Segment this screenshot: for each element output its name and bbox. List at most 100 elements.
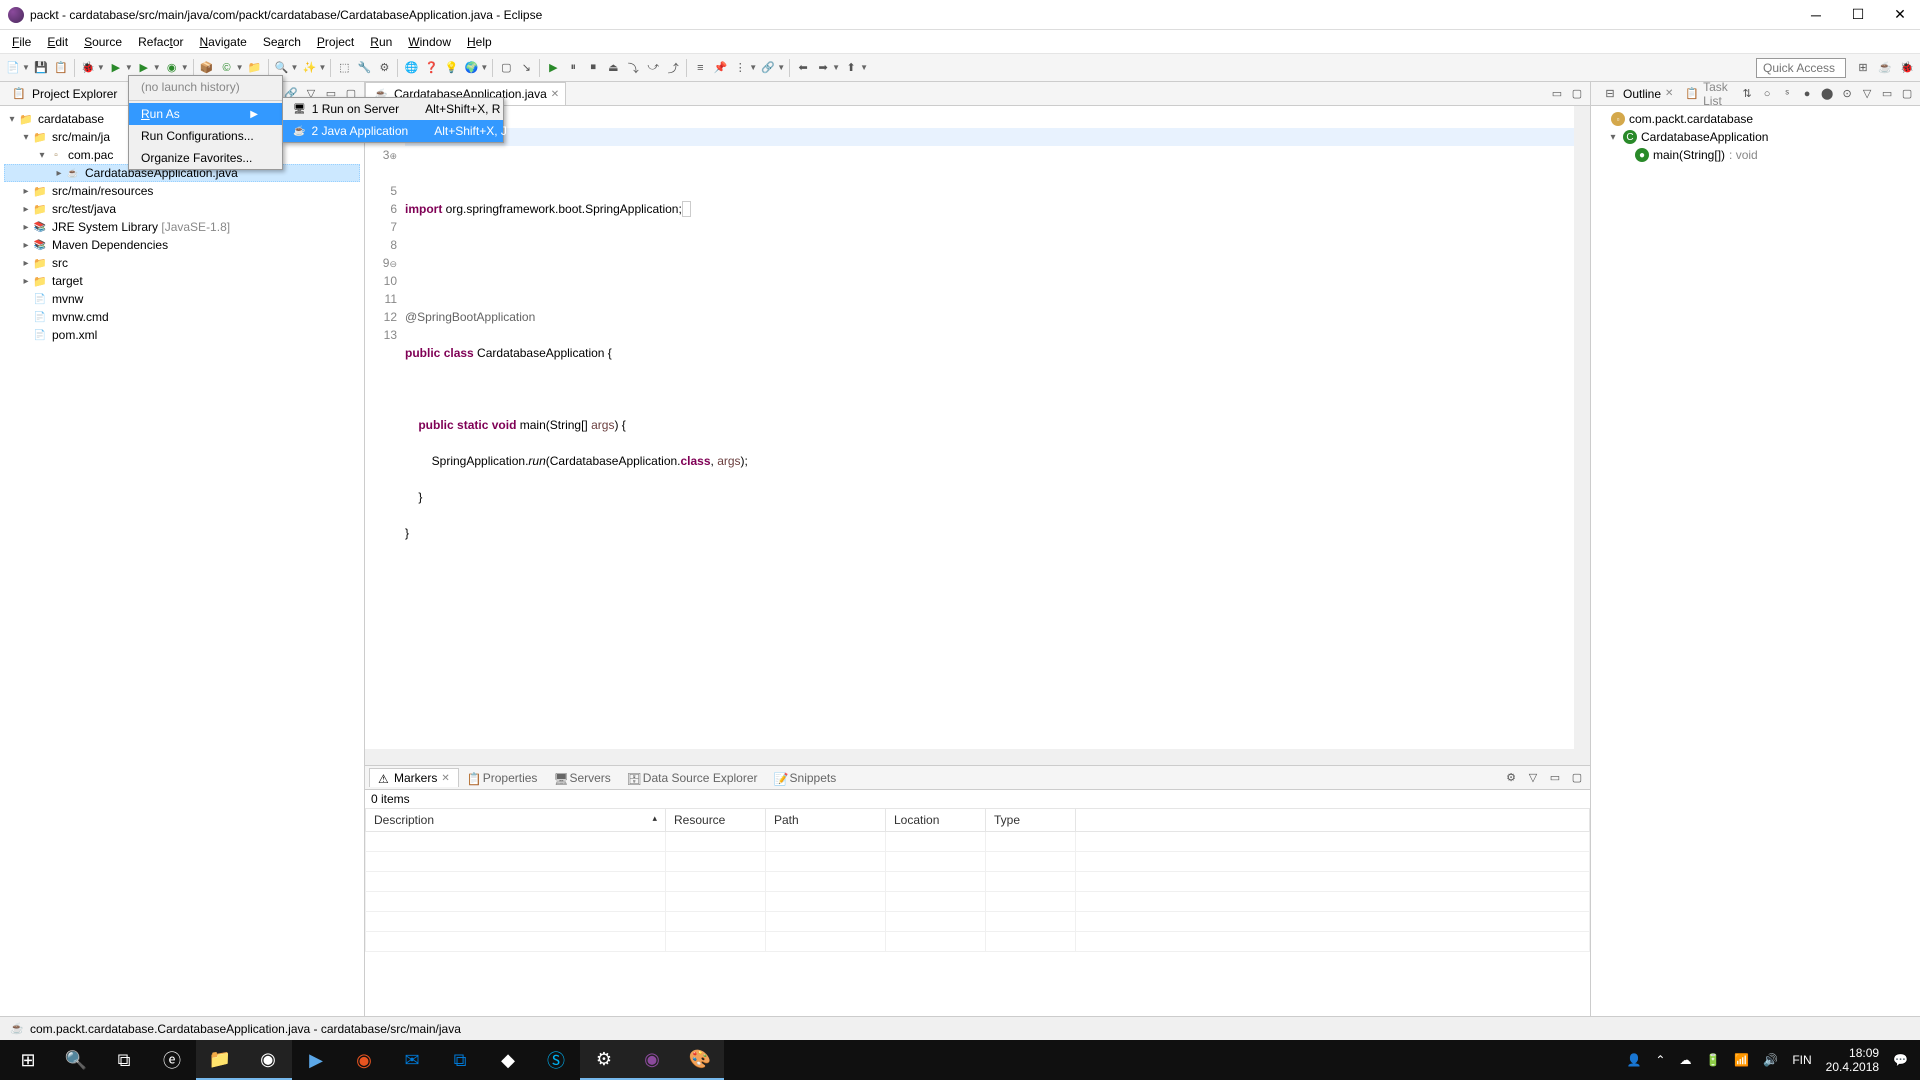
hide-nonpublic-icon[interactable]: ● [1798, 85, 1816, 103]
new-package-icon[interactable]: 📦 [198, 59, 216, 77]
dropdown-icon[interactable]: ▼ [236, 63, 244, 72]
tree-test[interactable]: ▸src/test/java [4, 200, 360, 218]
java-perspective-icon[interactable]: ☕ [1876, 59, 1894, 77]
clock[interactable]: 18:09 20.4.2018 [1826, 1046, 1879, 1074]
edge-app[interactable]: ⓔ [148, 1040, 196, 1080]
maximize-editor-icon[interactable]: ▢ [1568, 85, 1586, 103]
tab-snippets[interactable]: 📝Snippets [766, 769, 845, 787]
vscode-app[interactable]: ⧉ [436, 1040, 484, 1080]
search-icon[interactable]: 🔍 [273, 59, 291, 77]
minimize-icon[interactable]: ▭ [1878, 85, 1896, 103]
close-tab-icon[interactable]: ✕ [551, 89, 559, 100]
tasklist-tab[interactable]: 📋 Task List [1679, 78, 1738, 110]
maximize-icon[interactable]: ▢ [1568, 769, 1586, 787]
menu-run[interactable]: Run [362, 33, 400, 51]
menu-edit[interactable]: Edit [39, 33, 76, 51]
volume-icon[interactable]: 🔊 [1763, 1053, 1778, 1067]
gear-icon[interactable]: ⚙ [375, 59, 393, 77]
minimize-button[interactable]: ─ [1804, 3, 1828, 27]
col-path[interactable]: Path [766, 809, 886, 832]
tray-expand-icon[interactable]: ⌃ [1655, 1053, 1665, 1067]
start-button[interactable]: ⊞ [4, 1040, 52, 1080]
dropdown-icon[interactable]: ▼ [125, 63, 133, 72]
tree-pom[interactable]: pom.xml [4, 326, 360, 344]
wifi-icon[interactable]: 📶 [1734, 1053, 1749, 1067]
close-button[interactable]: ✕ [1888, 3, 1912, 27]
menu-project[interactable]: Project [309, 33, 362, 51]
minimize-icon[interactable]: ▭ [1546, 769, 1564, 787]
dropdown-icon[interactable]: ▼ [749, 63, 757, 72]
resume-icon[interactable]: ▶ [544, 59, 562, 77]
col-resource[interactable]: Resource [666, 809, 766, 832]
explorer-app[interactable]: 📁 [196, 1040, 244, 1080]
open-perspective-icon[interactable]: ⊞ [1854, 59, 1872, 77]
ctx-run-as[interactable]: Run As▶ [129, 103, 282, 125]
debug-icon[interactable]: 🐞 [79, 59, 97, 77]
ubuntu-app[interactable]: ◉ [340, 1040, 388, 1080]
wrench-icon[interactable]: 🔧 [355, 59, 373, 77]
outlook-app[interactable]: ✉ [388, 1040, 436, 1080]
new-class-icon[interactable]: © [218, 59, 236, 77]
quick-access-input[interactable] [1756, 58, 1846, 78]
dropdown-icon[interactable]: ▼ [22, 63, 30, 72]
outline-package[interactable]: ▫ com.packt.cardatabase [1595, 110, 1916, 128]
filter-icon[interactable]: ⋮ [731, 59, 749, 77]
tab-dse[interactable]: 🗄Data Source Explorer [619, 769, 766, 787]
view-menu-icon[interactable]: ▽ [1524, 769, 1542, 787]
dropdown-icon[interactable]: ▼ [153, 63, 161, 72]
col-location[interactable]: Location [886, 809, 986, 832]
diamond-app[interactable]: ◆ [484, 1040, 532, 1080]
maximize-icon[interactable]: ▢ [1898, 85, 1916, 103]
horizontal-scrollbar[interactable] [365, 749, 1590, 765]
run-icon[interactable]: ▶ [107, 59, 125, 77]
tree-jre[interactable]: ▸JRE System Library [JavaSE-1.8] [4, 218, 360, 236]
forward-icon[interactable]: ➡ [814, 59, 832, 77]
coverage-icon[interactable]: ◉ [163, 59, 181, 77]
menu-navigate[interactable]: Navigate [191, 33, 254, 51]
stepover-icon[interactable]: ⤻ [644, 59, 662, 77]
tree-maven[interactable]: ▸Maven Dependencies [4, 236, 360, 254]
sub-run-on-server[interactable]: 🖥 1 Run on Server Alt+Shift+X, R [283, 98, 503, 120]
menu-file[interactable]: File [4, 33, 39, 51]
debug-perspective-icon[interactable]: 🐞 [1898, 59, 1916, 77]
language-indicator[interactable]: FIN [1792, 1053, 1811, 1067]
run-last-icon[interactable]: ▶ [135, 59, 153, 77]
wand-icon[interactable]: ✨ [300, 59, 318, 77]
editor-body[interactable]: 3⊕ 5 6 7 8 9⊖ 10 11 12 13 kt.cardatabase… [365, 106, 1590, 749]
maximize-button[interactable]: ☐ [1846, 3, 1870, 27]
tree-src[interactable]: ▸src [4, 254, 360, 272]
dropdown-icon[interactable]: ▼ [291, 63, 299, 72]
terminate-icon[interactable]: ⏹ [584, 59, 602, 77]
hide-fields-icon[interactable]: ○ [1758, 85, 1776, 103]
disconnect-icon[interactable]: ⏏ [604, 59, 622, 77]
filter-icon[interactable]: ⚙ [1502, 769, 1520, 787]
box-icon[interactable]: ▢ [497, 59, 515, 77]
outline-method[interactable]: ● main(String[]): void [1595, 146, 1916, 164]
close-icon[interactable]: ✕ [441, 773, 449, 784]
notifications-icon[interactable]: 💬 [1893, 1053, 1908, 1067]
powershell-app[interactable]: ▶ [292, 1040, 340, 1080]
outline-class[interactable]: ▾ C CardatabaseApplication [1595, 128, 1916, 146]
link-icon[interactable]: 🔗 [759, 59, 777, 77]
people-icon[interactable]: 👤 [1626, 1053, 1641, 1067]
pin-icon[interactable]: 📌 [711, 59, 729, 77]
step-icon[interactable]: ↘ [517, 59, 535, 77]
dropdown-icon[interactable]: ▼ [318, 63, 326, 72]
eclipse-app[interactable]: ◉ [628, 1040, 676, 1080]
stepinto-icon[interactable]: ⤵ [624, 59, 642, 77]
view-menu-icon[interactable]: ▽ [1858, 85, 1876, 103]
new-icon[interactable]: 📄 [4, 59, 22, 77]
dropdown-icon[interactable]: ▼ [181, 63, 189, 72]
back-icon[interactable]: ⬅ [794, 59, 812, 77]
close-icon[interactable]: ✕ [1665, 88, 1673, 99]
taskview-button[interactable]: ⧉ [100, 1040, 148, 1080]
up-icon[interactable]: ⬆ [842, 59, 860, 77]
save-icon[interactable]: 💾 [32, 59, 50, 77]
tree-resources[interactable]: ▸src/main/resources [4, 182, 360, 200]
focus-icon[interactable]: ⊙ [1838, 85, 1856, 103]
paint-app[interactable]: 🎨 [676, 1040, 724, 1080]
battery-icon[interactable]: 🔋 [1705, 1053, 1720, 1067]
tree-mvnw[interactable]: mvnw [4, 290, 360, 308]
dropdown-icon[interactable]: ▼ [832, 63, 840, 72]
globe-icon[interactable]: 🌍 [462, 59, 480, 77]
